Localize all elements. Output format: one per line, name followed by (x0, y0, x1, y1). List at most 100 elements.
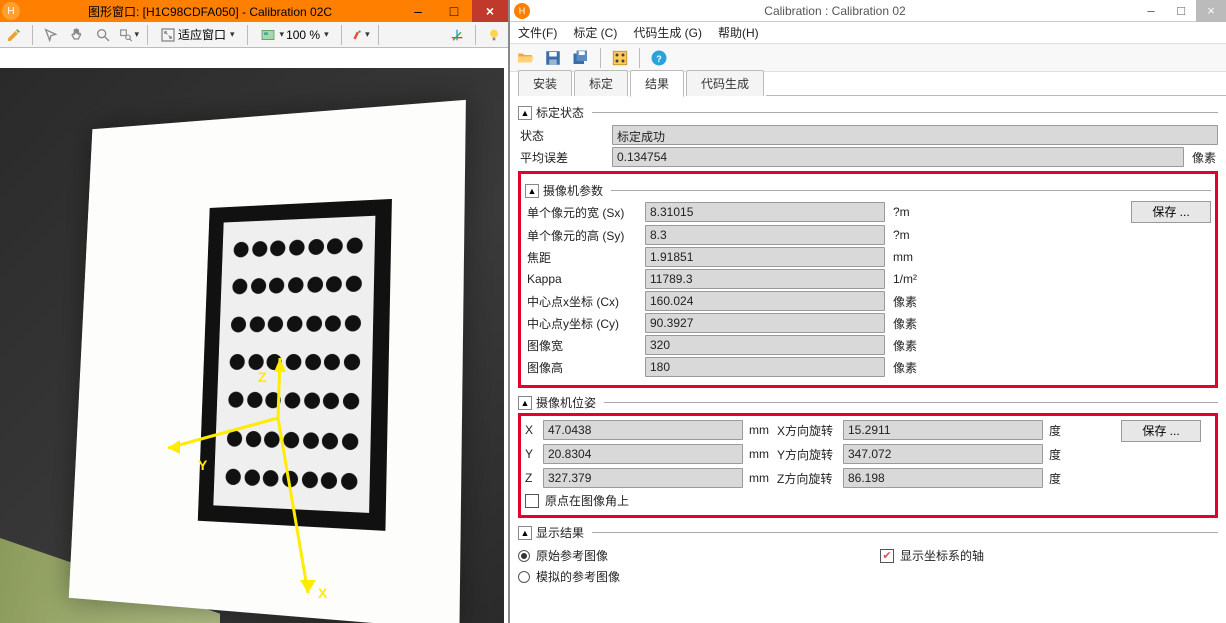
menu-help[interactable]: 帮助(H) (718, 24, 759, 41)
save-camera-button[interactable]: 保存 ... (1131, 201, 1211, 223)
zoom-percent-label: 100 % (286, 28, 320, 42)
fit-window-combo[interactable]: 适应窗口 ▾ (156, 26, 239, 43)
tab-install[interactable]: 安装 (518, 70, 572, 96)
bulb-icon[interactable] (484, 25, 504, 45)
app-icon: H (2, 2, 20, 20)
origin-label: 原点在图像角上 (545, 492, 629, 509)
section-display-header[interactable]: ▲ 显示结果 (518, 524, 1218, 541)
tab-calib[interactable]: 标定 (574, 70, 628, 96)
left-window-title: 图形窗口: [H1C98CDFA050] - Calibration 02C (20, 3, 400, 20)
separator (247, 25, 248, 45)
menu-codegen[interactable]: 代码生成 (G) (633, 24, 702, 41)
origin-checkbox[interactable] (525, 494, 539, 508)
pose-rot-label: X方向旋转 (777, 422, 837, 439)
menu-calib[interactable]: 标定 (C) (573, 24, 617, 41)
close-button[interactable]: × (1196, 0, 1226, 22)
pose-rot-unit: 度 (1049, 446, 1075, 463)
pose-value: 327.379 (543, 468, 743, 488)
section-camera-header[interactable]: ▲ 摄像机参数 (525, 182, 1211, 199)
separator (378, 25, 379, 45)
tab-bar: 安装 标定 结果 代码生成 (510, 72, 1226, 96)
radio-simulated[interactable] (518, 571, 530, 583)
error-label: 平均误差 (520, 149, 604, 166)
show-axis-label: 显示坐标系的轴 (900, 547, 984, 564)
radio-original[interactable] (518, 550, 530, 562)
minimize-button[interactable]: – (1136, 0, 1166, 22)
cam-row-unit: 1/m² (893, 272, 919, 286)
hand-icon[interactable] (67, 25, 87, 45)
cam-row-unit: 像素 (893, 315, 919, 332)
minimize-button[interactable]: – (400, 0, 436, 22)
cam-row-unit: 像素 (893, 359, 919, 376)
separator (341, 25, 342, 45)
save-icon[interactable] (542, 47, 564, 69)
pose-value: 20.8304 (543, 444, 743, 464)
help-icon[interactable]: ? (648, 47, 670, 69)
pose-unit: mm (749, 423, 775, 437)
open-folder-icon[interactable] (514, 47, 536, 69)
pose-rot-unit: 度 (1049, 470, 1075, 487)
plate-icon[interactable] (609, 47, 631, 69)
section-pose-header[interactable]: ▲ 摄像机位姿 (518, 394, 1218, 411)
cam-row-label: Kappa (527, 272, 637, 286)
cam-row-label: 焦距 (527, 249, 637, 266)
pose-label: Y (525, 447, 537, 461)
right-window-title: Calibration : Calibration 02 (534, 4, 1136, 18)
close-button[interactable]: × (472, 0, 508, 22)
clear-icon[interactable]: ▾ (350, 25, 370, 45)
camera-params-box: ▲ 摄像机参数 单个像元的宽 (Sx) 8.31015 ?m 保存 ... 单个… (518, 171, 1218, 388)
radio-original-label: 原始参考图像 (536, 547, 608, 564)
separator (147, 25, 148, 45)
pose-rot-value: 86.198 (843, 468, 1043, 488)
zoom-region-icon[interactable]: ▾ (119, 25, 139, 45)
tab-result[interactable]: 结果 (630, 70, 684, 97)
collapse-icon[interactable]: ▲ (525, 184, 539, 198)
right-window: H Calibration : Calibration 02 – □ × 文件(… (510, 0, 1226, 623)
axes-icon[interactable] (447, 25, 467, 45)
maximize-button[interactable]: □ (1166, 0, 1196, 22)
svg-text:?: ? (656, 53, 662, 63)
cam-row-label: 中心点y坐标 (Cy) (527, 315, 637, 332)
collapse-icon[interactable]: ▲ (518, 106, 532, 120)
cam-row-label: 单个像元的高 (Sy) (527, 227, 637, 244)
pose-rot-value: 15.2911 (843, 420, 1043, 440)
collapse-icon[interactable]: ▲ (518, 396, 532, 410)
pose-label: Z (525, 471, 537, 485)
right-toolbar: ? (510, 44, 1226, 72)
cam-row-value: 180 (645, 357, 885, 377)
maximize-button[interactable]: □ (436, 0, 472, 22)
collapse-icon[interactable]: ▲ (518, 526, 532, 540)
cam-row-value: 8.3 (645, 225, 885, 245)
error-unit: 像素 (1192, 149, 1218, 166)
fit-window-label: 适应窗口 (178, 26, 226, 43)
zoom-icon[interactable] (93, 25, 113, 45)
pose-rot-unit: 度 (1049, 422, 1075, 439)
menu-file[interactable]: 文件(F) (518, 24, 557, 41)
cam-row-value: 90.3927 (645, 313, 885, 333)
show-axis-checkbox[interactable] (880, 549, 894, 563)
cam-row-unit: ?m (893, 205, 919, 219)
cam-row-label: 图像宽 (527, 337, 637, 354)
left-title-bar: H 图形窗口: [H1C98CDFA050] - Calibration 02C… (0, 0, 508, 22)
tab-codegen[interactable]: 代码生成 (686, 70, 764, 96)
save-all-icon[interactable] (570, 47, 592, 69)
pointer-icon[interactable] (41, 25, 61, 45)
left-window: H 图形窗口: [H1C98CDFA050] - Calibration 02C… (0, 0, 510, 623)
result-content: ▲ 标定状态 状态 标定成功 平均误差 0.134754 像素 ▲ 摄像机参数 (510, 96, 1226, 623)
cam-row-unit: mm (893, 250, 919, 264)
cam-row-value: 11789.3 (645, 269, 885, 289)
save-pose-button[interactable]: 保存 ... (1121, 420, 1201, 442)
cam-row-label: 中心点x坐标 (Cx) (527, 293, 637, 310)
separator (600, 48, 601, 68)
cam-row-unit: ?m (893, 228, 919, 242)
section-status-header[interactable]: ▲ 标定状态 (518, 104, 1218, 121)
zoom-percent-combo[interactable]: ▾ 100 % ▾ (256, 27, 333, 43)
cam-row-label: 单个像元的宽 (Sx) (527, 204, 637, 221)
cam-row-value: 1.91851 (645, 247, 885, 267)
cam-row-value: 8.31015 (645, 202, 885, 222)
error-value: 0.134754 (612, 147, 1184, 167)
radio-simulated-label: 模拟的参考图像 (536, 568, 620, 585)
image-canvas[interactable]: Y X Z (0, 48, 508, 623)
pose-rot-label: Y方向旋转 (777, 446, 837, 463)
pencil-icon[interactable] (4, 25, 24, 45)
